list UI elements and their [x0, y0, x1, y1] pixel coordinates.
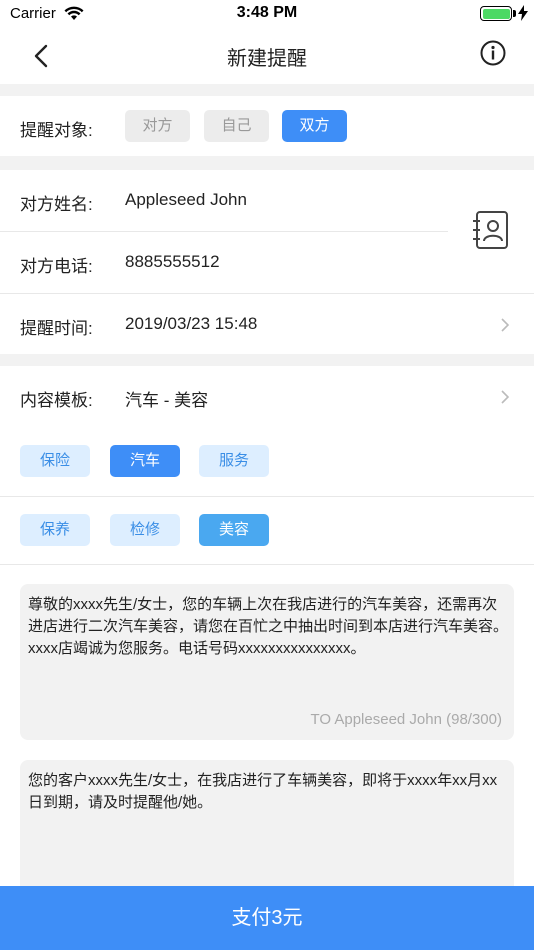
- phone-label: 对方电话:: [20, 257, 93, 276]
- remind-target-label: 提醒对象:: [20, 121, 93, 140]
- status-bar: Carrier 3:48 PM: [0, 0, 534, 28]
- info-icon[interactable]: [480, 40, 506, 66]
- subcategory-beauty[interactable]: 美容: [199, 514, 269, 546]
- category-insurance[interactable]: 保险: [20, 445, 90, 477]
- template-row[interactable]: 内容模板: 汽车 - 美容: [0, 366, 534, 428]
- message-to-other[interactable]: 尊敬的xxxx先生/女士，您的车辆上次在我店进行的汽车美容，还需再次进店进行二次…: [20, 584, 514, 740]
- template-value: 汽车 - 美容: [125, 391, 209, 410]
- pay-button[interactable]: 支付3元: [0, 886, 534, 950]
- charging-icon: [518, 5, 528, 21]
- target-option-other[interactable]: 对方: [125, 110, 190, 142]
- message-to-self[interactable]: 您的客户xxxx先生/女士，在我店进行了车辆美容，即将于xxxx年xx月xx日到…: [20, 760, 514, 900]
- subcategory-maintenance[interactable]: 保养: [20, 514, 90, 546]
- time-row[interactable]: 提醒时间: 2019/03/23 15:48: [0, 294, 534, 356]
- category-car[interactable]: 汽车: [110, 445, 180, 477]
- target-option-both[interactable]: 双方: [282, 110, 347, 142]
- divider: [0, 496, 534, 497]
- battery-cap: [513, 10, 516, 17]
- template-label: 内容模板:: [20, 391, 93, 410]
- time-value: 2019/03/23 15:48: [125, 314, 258, 333]
- contact-section: 对方姓名: Appleseed John 对方电话: 8885555512 提醒…: [0, 170, 534, 354]
- phone-row[interactable]: 对方电话: 8885555512: [0, 232, 534, 294]
- name-value: Appleseed John: [125, 190, 247, 209]
- remind-target-section: 提醒对象: 对方 自己 双方: [0, 96, 534, 156]
- message-to-other-meta: TO Appleseed John (98/300): [310, 711, 502, 728]
- nav-bar: 新建提醒: [0, 28, 534, 84]
- target-option-self[interactable]: 自己: [204, 110, 269, 142]
- category-service[interactable]: 服务: [199, 445, 269, 477]
- subcategory-repair[interactable]: 检修: [110, 514, 180, 546]
- chevron-right-icon: [501, 390, 510, 404]
- message-to-other-text: 尊敬的xxxx先生/女士，您的车辆上次在我店进行的汽车美容，还需再次进店进行二次…: [28, 596, 509, 657]
- template-section: 内容模板: 汽车 - 美容 保险 汽车 服务 保养 检修 美容 尊敬的xxxx先…: [0, 366, 534, 900]
- divider: [0, 564, 534, 565]
- status-time: 3:48 PM: [236, 4, 298, 21]
- contacts-book-icon[interactable]: [472, 210, 510, 250]
- page-title: 新建提醒: [227, 48, 307, 70]
- phone-value: 8885555512: [125, 252, 220, 271]
- time-label: 提醒时间:: [20, 319, 93, 338]
- name-label: 对方姓名:: [20, 195, 93, 214]
- battery-icon: [480, 6, 512, 21]
- name-row[interactable]: 对方姓名: Appleseed John: [0, 170, 534, 232]
- chevron-right-icon: [501, 318, 510, 332]
- message-to-self-text: 您的客户xxxx先生/女士，在我店进行了车辆美容，即将于xxxx年xx月xx日到…: [28, 772, 498, 811]
